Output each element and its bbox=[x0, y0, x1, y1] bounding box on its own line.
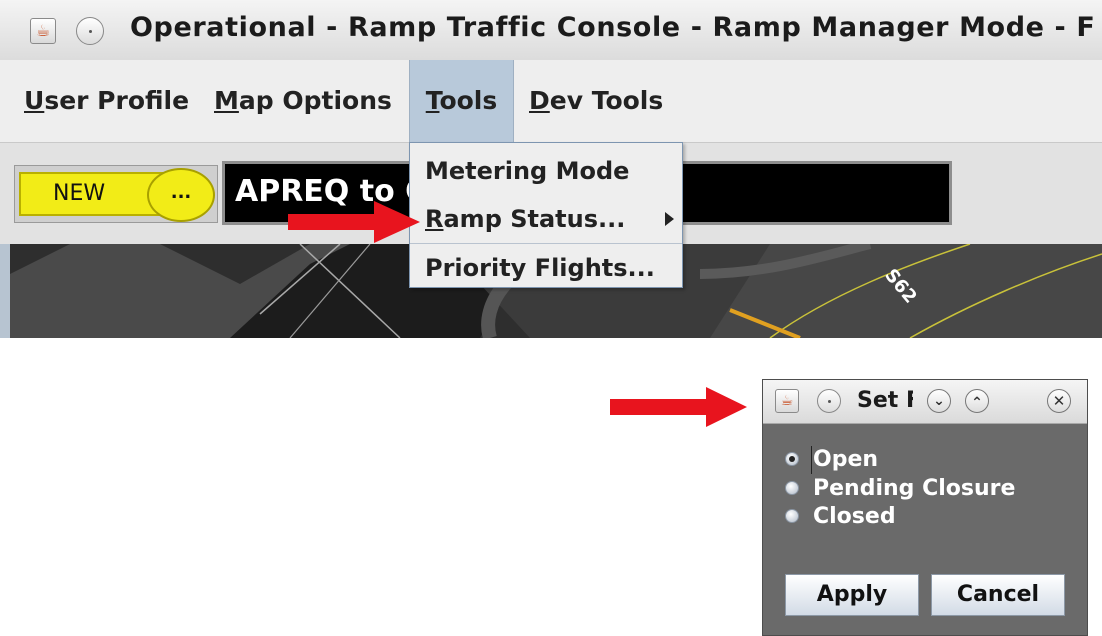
ramp-traffic-console-window: ☕ Operational - Ramp Traffic Console - R… bbox=[0, 0, 1102, 338]
window-title: Operational - Ramp Traffic Console - Ram… bbox=[130, 12, 1096, 43]
arrow-shape bbox=[288, 201, 420, 243]
cancel-button[interactable]: Cancel bbox=[931, 574, 1065, 616]
menu-dev-tools-mnemonic: D bbox=[529, 86, 550, 115]
close-icon[interactable]: ✕ bbox=[1047, 389, 1071, 413]
menubar: User Profile Map Options Tools Dev Tools bbox=[0, 60, 1102, 142]
radio-button[interactable] bbox=[785, 509, 799, 523]
menu-dev-tools[interactable]: Dev Tools bbox=[529, 60, 663, 142]
window-menu-button[interactable] bbox=[76, 17, 104, 45]
java-app-icon[interactable]: ☕ bbox=[775, 389, 799, 413]
dialog-titlebar: ☕ Set F ⌄ ⌃ ✕ bbox=[763, 380, 1087, 424]
new-flights-indicator: NEW ... bbox=[14, 165, 218, 223]
apply-button[interactable]: Apply bbox=[785, 574, 919, 616]
radio-open-label: Open bbox=[811, 446, 879, 474]
menu-tools-mnemonic: T bbox=[425, 86, 440, 115]
radio-pending-closure-label: Pending Closure bbox=[813, 476, 1016, 501]
console-titlebar: ☕ Operational - Ramp Traffic Console - R… bbox=[0, 0, 1102, 61]
dialog-title: Set F bbox=[857, 388, 913, 413]
submenu-arrow-icon bbox=[665, 212, 674, 226]
menu-item-metering-mode[interactable]: Metering Mode bbox=[410, 147, 682, 195]
set-ramp-status-dialog: ☕ Set F ⌄ ⌃ ✕ Open Pending Closure Close… bbox=[762, 379, 1088, 636]
menu-map-options[interactable]: Map Options bbox=[214, 60, 392, 142]
arrow-shape bbox=[610, 387, 747, 427]
menu-user-profile-mnemonic: U bbox=[24, 86, 45, 115]
tools-menu-dropdown: Metering Mode Ramp Status... Priority Fl… bbox=[409, 142, 683, 288]
menu-map-options-label: ap Options bbox=[238, 86, 392, 115]
annotation-arrow-dialog bbox=[610, 387, 747, 427]
menu-map-options-mnemonic: M bbox=[214, 86, 239, 115]
window-menu-button[interactable] bbox=[817, 389, 841, 413]
annotation-arrow-ramp-status bbox=[288, 201, 420, 243]
menu-item-ramp-status[interactable]: Ramp Status... bbox=[410, 195, 682, 243]
menu-dev-tools-label: ev Tools bbox=[549, 86, 664, 115]
radio-button[interactable] bbox=[785, 481, 799, 495]
window-left-border bbox=[0, 244, 10, 338]
more-options-button[interactable]: ... bbox=[147, 168, 215, 222]
menu-user-profile-label: ser Profile bbox=[44, 86, 190, 115]
radio-closed-label: Closed bbox=[813, 504, 896, 529]
maximize-chevron-up-icon[interactable]: ⌃ bbox=[965, 389, 989, 413]
menu-user-profile[interactable]: User Profile bbox=[24, 60, 189, 142]
menu-tools-label: ools bbox=[439, 86, 498, 115]
menu-tools[interactable]: Tools bbox=[409, 60, 514, 142]
menu-item-ramp-status-mnemonic: R bbox=[425, 205, 444, 233]
radio-button-checked[interactable] bbox=[785, 452, 799, 466]
minimize-chevron-down-icon[interactable]: ⌄ bbox=[927, 389, 951, 413]
java-app-icon[interactable]: ☕ bbox=[30, 18, 56, 44]
menu-item-ramp-status-label: amp Status... bbox=[443, 205, 626, 233]
menu-item-priority-flights[interactable]: Priority Flights... bbox=[410, 243, 682, 291]
